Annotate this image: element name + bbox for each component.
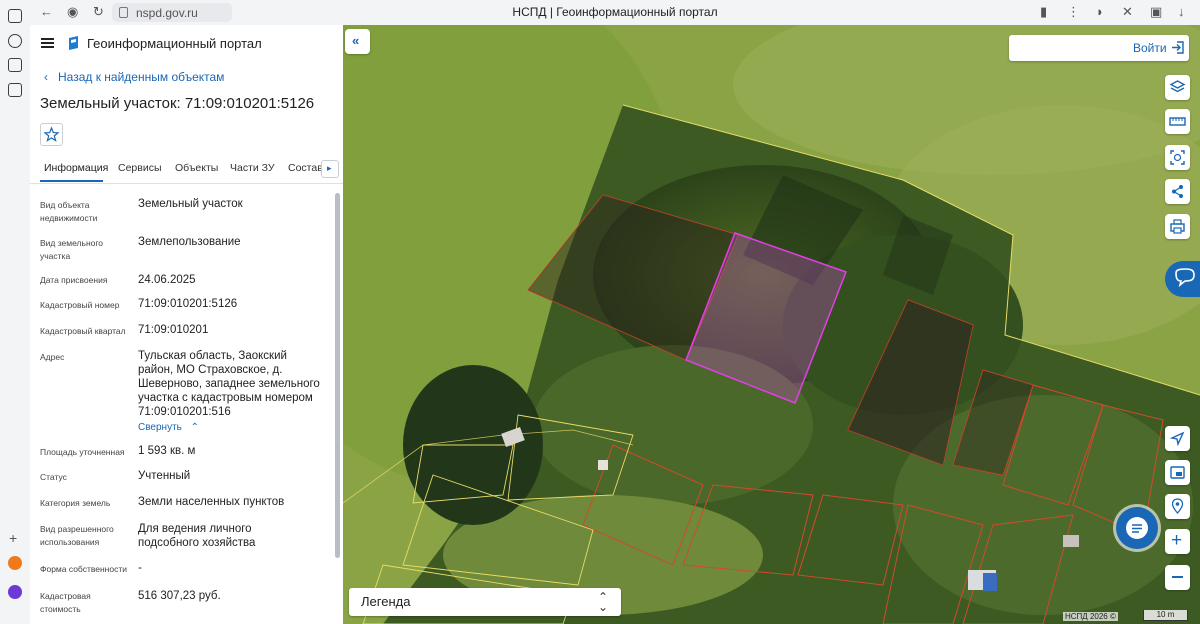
info-panel: Геоинформационный портал ‹ Назад к найден…: [30, 25, 344, 624]
play-icon[interactable]: [8, 34, 22, 48]
login-button[interactable]: Войти: [1009, 35, 1189, 61]
field-value: Землепользование: [138, 236, 241, 248]
map-scale: 10 m: [1143, 610, 1188, 621]
share-button[interactable]: [1165, 179, 1190, 204]
expand-icon: ⌃ ⌄: [598, 590, 609, 614]
login-icon: [1172, 41, 1184, 54]
map-copyright: НСПД 2026 ©: [1063, 612, 1118, 621]
scale-label: 10 m: [1156, 610, 1175, 619]
add-icon[interactable]: +: [9, 530, 17, 546]
share-icon: [1172, 185, 1183, 198]
calendar-icon[interactable]: [8, 58, 22, 72]
tabs-scroll-right-button[interactable]: ▸: [321, 160, 339, 178]
collapse-label: Свернуть: [138, 422, 182, 433]
print-button[interactable]: [1165, 214, 1190, 239]
chevron-right-icon: ▸: [327, 163, 332, 173]
satellite-map[interactable]: [343, 25, 1200, 624]
field-label: Адрес: [40, 352, 65, 362]
basemap-button[interactable]: [1165, 460, 1190, 485]
zoom-out-button[interactable]: [1165, 565, 1190, 590]
more-icon[interactable]: ⋮: [1067, 5, 1080, 19]
extension-icon[interactable]: ✕: [1122, 5, 1133, 19]
field-label: Дата присвоения: [40, 275, 108, 285]
collapse-panel-button[interactable]: «: [345, 29, 370, 54]
field-value: 71:09:010201: [138, 324, 209, 336]
field-value: 71:09:010201:5126: [138, 298, 238, 310]
star-icon: [43, 126, 60, 142]
legend-dropdown[interactable]: Легенда ⌃ ⌄: [349, 588, 621, 616]
favorite-button[interactable]: [40, 123, 63, 146]
ruler-icon: [1169, 117, 1186, 126]
layers-button[interactable]: [1165, 75, 1190, 100]
alice-icon[interactable]: [8, 585, 22, 599]
panel-scrollbar[interactable]: [335, 193, 340, 558]
field-value: -: [138, 562, 142, 574]
print-icon: [1170, 219, 1185, 234]
field-label: Вид разрешенного использования: [40, 524, 114, 547]
tab-parts[interactable]: Части ЗУ: [230, 162, 275, 174]
browser-sidebar: +: [0, 0, 31, 624]
collapse-address-link[interactable]: Свернуть ⌃: [138, 422, 199, 433]
tab-composition[interactable]: Состав: [288, 162, 323, 174]
field-value: Земли населенных пунктов: [138, 496, 285, 508]
screenshot-icon[interactable]: ▣: [1150, 5, 1162, 19]
address-value: Тульская область, Заокский район, МО Стр…: [138, 350, 320, 418]
field-label: Площадь уточненная: [40, 447, 125, 457]
field-label: Вид объекта недвижимости: [40, 200, 98, 223]
chevron-up-icon: ⌃: [190, 422, 200, 433]
object-title: Земельный участок: 71:09:010201:5126: [40, 95, 315, 112]
field-label: Статус: [40, 472, 67, 482]
field-label: Форма собственности: [40, 564, 127, 574]
login-label: Войти: [1133, 41, 1167, 55]
plus-icon: +: [1171, 530, 1183, 551]
tab-services[interactable]: Сервисы: [118, 162, 162, 174]
tabs-icon[interactable]: [8, 9, 22, 23]
back-link-label: Назад к найденным объектам: [58, 70, 225, 84]
assistant-icon[interactable]: [8, 556, 22, 570]
tab-objects[interactable]: Объекты: [175, 162, 218, 174]
chat-assistant-button[interactable]: [1116, 507, 1158, 549]
notes-icon[interactable]: [8, 83, 22, 97]
field-label: Вид земельного участка: [40, 238, 104, 261]
portal-logo-icon: [69, 36, 78, 50]
chat-icon: [1126, 517, 1148, 539]
basemap-icon: [1170, 466, 1185, 479]
tab-info[interactable]: Информация: [44, 162, 108, 174]
browser-toolbar: ← ◉ ↻ nspd.gov.ru НСПД | Геоинформационн…: [30, 0, 1200, 26]
legend-label: Легенда: [361, 594, 411, 609]
map-view[interactable]: « Войти + Легенда ⌃ ⌄ НСПД 2026 © 10 m: [343, 25, 1200, 624]
field-label: Кадастровая стоимость: [40, 591, 91, 614]
zoom-in-button[interactable]: +: [1165, 529, 1190, 554]
page-title: НСПД | Геоинформационный портал: [512, 5, 718, 19]
double-chevron-left-icon: «: [352, 33, 360, 48]
location-search-icon: [1171, 498, 1184, 514]
field-label: Кадастровый квартал: [40, 326, 126, 336]
field-label: Кадастровый номер: [40, 300, 120, 310]
chevron-left-icon: ‹: [44, 70, 48, 84]
field-value: 24.06.2025: [138, 274, 196, 286]
geolocation-button[interactable]: [1165, 426, 1190, 451]
chat-bubble-icon: [1175, 268, 1195, 288]
field-value: 516 307,23 руб.: [138, 590, 221, 602]
search-location-button[interactable]: [1165, 494, 1190, 519]
menu-icon[interactable]: [41, 38, 54, 48]
layers-icon: [1169, 80, 1186, 93]
select-area-icon: [1170, 150, 1185, 165]
ruler-button[interactable]: [1165, 109, 1190, 134]
feedback-tab[interactable]: [1165, 261, 1200, 297]
back-to-results-link[interactable]: ‹ Назад к найденным объектам: [44, 70, 224, 84]
field-value: Учтенный: [138, 470, 191, 482]
active-tab-indicator: [40, 180, 103, 182]
download-icon[interactable]: ↓: [1178, 5, 1185, 19]
navigation-icon: [1169, 431, 1185, 447]
bookmark-icon[interactable]: ▮: [1040, 5, 1047, 19]
field-value: 1 593 кв. м: [138, 445, 196, 457]
vpn-icon[interactable]: ◗: [1096, 5, 1104, 19]
field-label: Категория земель: [40, 498, 111, 508]
portal-name: Геоинформационный портал: [87, 36, 262, 51]
field-value: Для ведения личного подсобного хозяйства: [138, 523, 256, 549]
select-area-button[interactable]: [1165, 145, 1190, 170]
minus-icon: [1172, 576, 1183, 578]
field-value: Земельный участок: [138, 198, 243, 210]
